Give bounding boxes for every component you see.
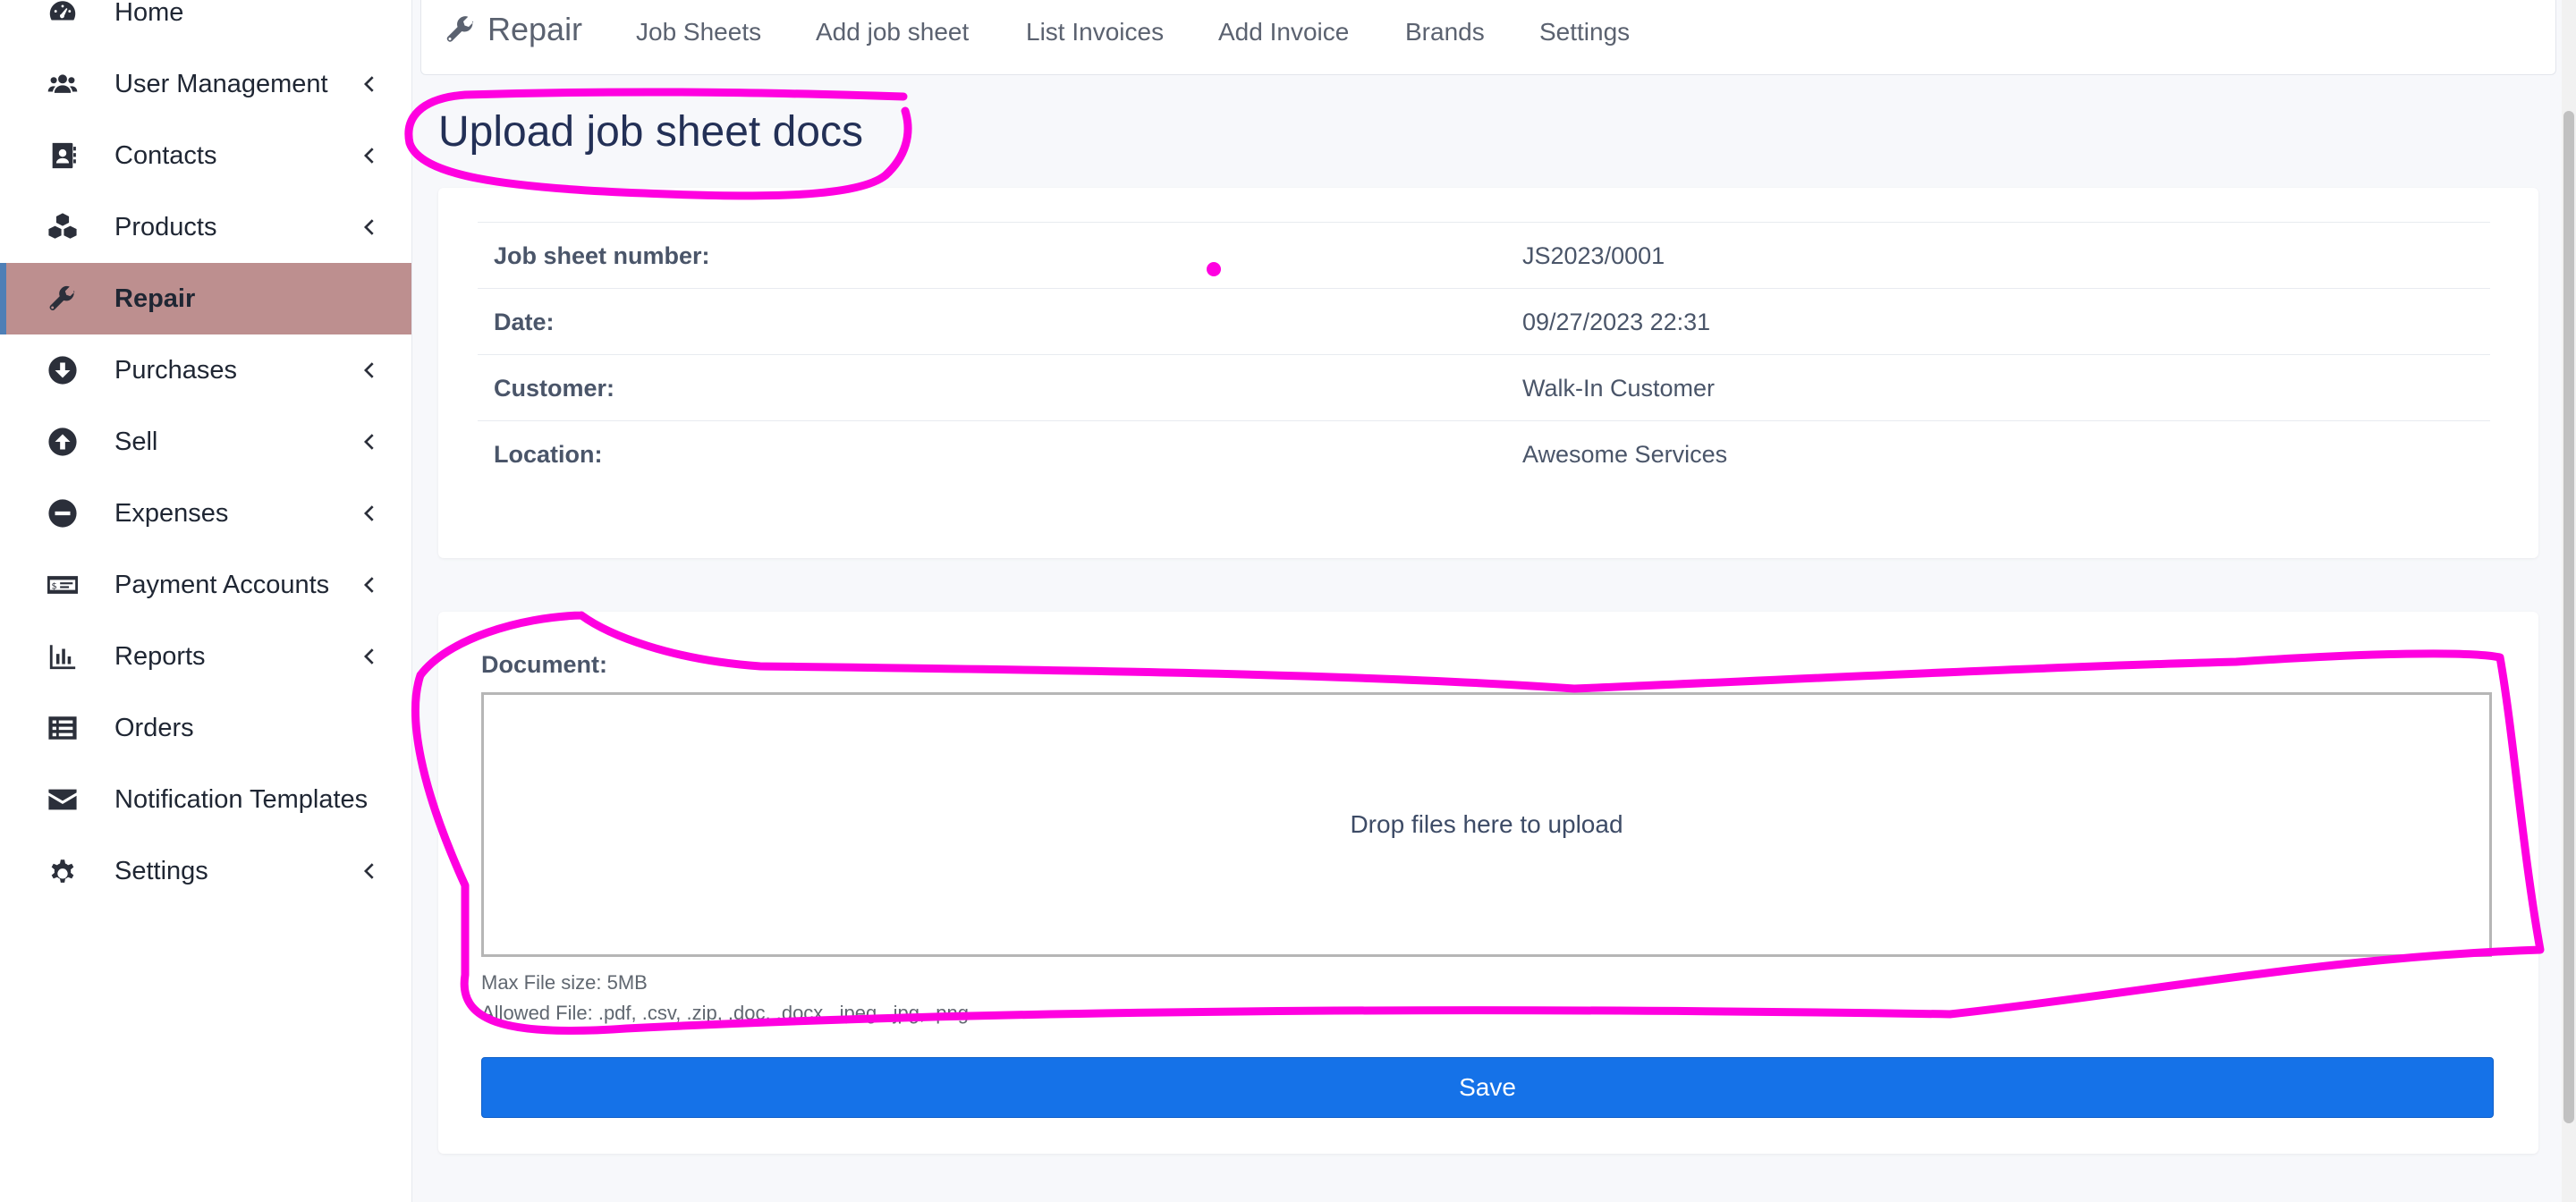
money-check-icon: $ — [47, 569, 79, 601]
sidebar-item-expenses[interactable]: Expenses — [0, 478, 411, 549]
chevron-left-icon — [360, 433, 377, 451]
nav-settings[interactable]: Settings — [1539, 18, 1630, 47]
sidebar-item-label: Orders — [114, 713, 194, 742]
sidebar-item-label: Settings — [114, 856, 208, 885]
chevron-left-icon — [360, 862, 377, 880]
envelope-icon — [47, 783, 79, 816]
module-brand[interactable]: Repair — [445, 11, 582, 48]
info-label: Date: — [494, 309, 555, 335]
info-row-job-sheet-number: Job sheet number: JS2023/0001 — [478, 222, 2490, 288]
dropzone-text: Drop files here to upload — [1350, 810, 1623, 838]
chevron-left-icon — [360, 361, 377, 379]
info-label: Job sheet number: — [494, 242, 710, 269]
info-value: 09/27/2023 22:31 — [1522, 309, 1711, 335]
sidebar-item-notification-templates[interactable]: Notification Templates — [0, 764, 411, 835]
allowed-file-types-text: Allowed File: .pdf, .csv, .zip, .doc, .d… — [481, 1002, 969, 1024]
save-button[interactable]: Save — [481, 1057, 2494, 1118]
sidebar-item-label: Purchases — [114, 355, 238, 385]
document-upload-card: Document: Drop files here to upload Max … — [438, 612, 2538, 1154]
gear-icon — [47, 855, 79, 887]
sidebar-item-repair[interactable]: Repair — [0, 263, 411, 334]
gauge-icon — [47, 0, 79, 29]
sidebar-item-label: Sell — [114, 427, 158, 456]
info-row-customer: Customer: Walk-In Customer — [478, 354, 2490, 420]
sidebar-item-orders[interactable]: Orders — [0, 692, 411, 764]
sidebar-item-label: Repair — [114, 284, 196, 313]
users-icon — [47, 68, 79, 100]
sidebar-item-purchases[interactable]: Purchases — [0, 334, 411, 406]
info-value: Awesome Services — [1522, 441, 1728, 468]
sidebar-item-label: User Management — [114, 69, 328, 98]
info-row-location: Location: Awesome Services — [478, 420, 2490, 487]
document-label: Document: — [481, 651, 607, 678]
chevron-left-icon — [360, 504, 377, 522]
info-value: JS2023/0001 — [1522, 242, 1665, 269]
sidebar-item-sell[interactable]: Sell — [0, 406, 411, 478]
arrow-circle-down-icon — [47, 354, 79, 386]
info-row-date: Date: 09/27/2023 22:31 — [478, 288, 2490, 354]
sidebar-item-settings[interactable]: Settings — [0, 835, 411, 907]
max-file-size-text: Max File size: 5MB — [481, 971, 648, 994]
info-label: Customer: — [494, 375, 615, 402]
minus-circle-icon — [47, 497, 79, 529]
sidebar-item-label: Notification Templates — [114, 784, 369, 814]
arrow-circle-up-icon — [47, 426, 79, 458]
scrollbar-thumb[interactable] — [2563, 111, 2574, 1123]
sidebar-item-reports[interactable]: Reports — [0, 621, 411, 692]
chevron-left-icon — [360, 147, 377, 165]
sidebar-item-products[interactable]: Products — [0, 191, 411, 263]
svg-text:$: $ — [52, 581, 57, 591]
sidebar-item-user-management[interactable]: User Management — [0, 48, 411, 120]
file-dropzone[interactable]: Drop files here to upload — [481, 692, 2492, 957]
job-sheet-info-card: Job sheet number: JS2023/0001 Date: 09/2… — [438, 188, 2538, 558]
nav-list-invoices[interactable]: List Invoices — [1026, 18, 1164, 47]
chevron-left-icon — [360, 75, 377, 93]
chevron-left-icon — [360, 218, 377, 236]
nav-job-sheets[interactable]: Job Sheets — [636, 18, 761, 47]
sidebar-item-label: Products — [114, 212, 217, 241]
sidebar-item-label: Reports — [114, 641, 206, 671]
wrench-icon — [47, 283, 79, 315]
sidebar-item-label: Home — [114, 0, 184, 27]
module-topbar: Repair Job Sheets Add job sheet List Inv… — [420, 0, 2556, 75]
cubes-icon — [47, 211, 79, 243]
sidebar: Home User Management Contacts Products R… — [0, 0, 412, 1202]
list-icon — [47, 712, 79, 744]
nav-add-invoice[interactable]: Add Invoice — [1218, 18, 1349, 47]
sidebar-item-contacts[interactable]: Contacts — [0, 120, 411, 191]
chevron-left-icon — [360, 648, 377, 665]
chart-bar-icon — [47, 640, 79, 673]
module-brand-label: Repair — [487, 11, 583, 47]
sidebar-item-payment-accounts[interactable]: $ Payment Accounts — [0, 549, 411, 621]
address-book-icon — [47, 140, 79, 172]
page-title: Upload job sheet docs — [438, 108, 863, 156]
sidebar-item-label: Contacts — [114, 140, 217, 170]
sidebar-item-home[interactable]: Home — [0, 0, 411, 48]
sidebar-item-label: Expenses — [114, 498, 229, 528]
info-value: Walk-In Customer — [1522, 375, 1716, 402]
wrench-icon — [446, 16, 474, 42]
info-label: Location: — [494, 441, 603, 468]
nav-brands[interactable]: Brands — [1405, 18, 1485, 47]
sidebar-item-label: Payment Accounts — [114, 570, 330, 599]
chevron-left-icon — [360, 576, 377, 594]
page-scrollbar[interactable] — [2562, 0, 2576, 1202]
nav-add-job-sheet[interactable]: Add job sheet — [816, 18, 969, 47]
